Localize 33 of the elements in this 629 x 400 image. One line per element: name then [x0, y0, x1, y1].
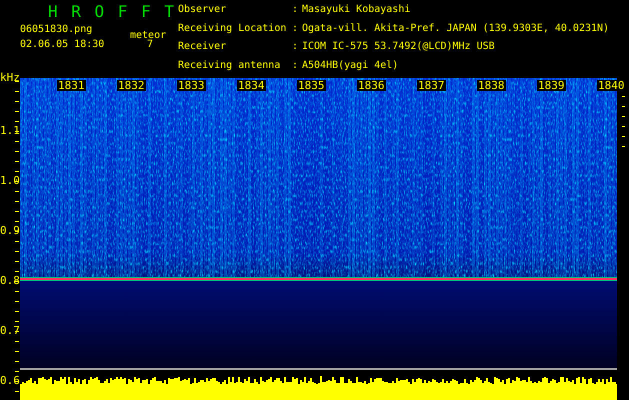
- info-label: Observer: [178, 4, 228, 17]
- info-label: Receiving antenna: [178, 60, 282, 72]
- time-label: 1833: [177, 80, 206, 91]
- time-label: 1834: [237, 80, 266, 91]
- meteor-label: meteor: [130, 30, 166, 41]
- time-label: 1839: [537, 80, 566, 91]
- info-separator: :: [292, 4, 300, 17]
- axis-label: 1.0: [0, 175, 20, 187]
- time-label: 1840: [597, 80, 626, 91]
- info-value: A504HB(yagi 4el): [302, 60, 400, 72]
- info-label: Receiving Location: [178, 22, 288, 36]
- info-label: Receiver: [178, 41, 228, 54]
- meteor-count: 7: [146, 39, 154, 51]
- axis-unit: kHz: [0, 72, 20, 84]
- file-name: 06051830.png: [20, 24, 94, 36]
- time-label: 1838: [477, 80, 506, 91]
- time-label: 1837: [417, 80, 446, 91]
- time-label: 1831: [57, 80, 86, 91]
- time-label: 1836: [357, 80, 386, 91]
- info-separator: :: [292, 22, 300, 36]
- info-separator: :: [292, 41, 300, 54]
- axis-label: 0.6: [0, 375, 20, 387]
- time-label: 1832: [117, 80, 146, 91]
- info-value: ICOM IC-575 53.7492(@LCD)MHz USB: [302, 41, 496, 54]
- time-label: 1835: [297, 80, 326, 91]
- axis-label: 0.9: [0, 225, 20, 237]
- axis-label: 0.7: [0, 325, 20, 337]
- info-value: Masayuki Kobayashi: [302, 4, 412, 17]
- date-time: 02.06.05 18:30: [20, 39, 106, 51]
- info-value: Ogata-vill. Akita-Pref. JAPAN (139.9303E, 40.0231N): [302, 22, 610, 36]
- axis-label: 1.1: [0, 125, 20, 137]
- info-separator: :: [292, 60, 300, 72]
- axis-label: 0.8: [0, 275, 20, 287]
